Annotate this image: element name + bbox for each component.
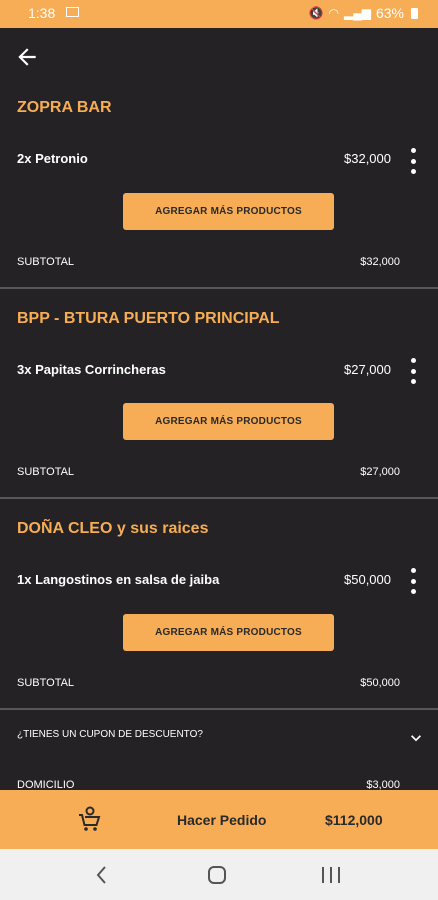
status-time: 1:38 xyxy=(28,5,56,21)
section-divider xyxy=(0,287,438,289)
cart-item-name: 1x Langostinos en salsa de jaiba xyxy=(17,572,220,587)
cart-item-price: $32,000 xyxy=(344,151,391,166)
signal-icon: ▂▄▆ xyxy=(344,6,371,20)
place-order-label: Hacer Pedido xyxy=(177,812,267,828)
battery-icon xyxy=(411,7,418,19)
add-more-products-button[interactable]: AGREGAR MÁS PRODUCTOS xyxy=(123,193,334,230)
coupon-toggle-label[interactable]: ¿TIENES UN CUPON DE DESCUENTO? xyxy=(17,729,203,740)
cart-item-price: $27,000 xyxy=(344,362,391,377)
back-arrow-icon[interactable] xyxy=(14,44,40,70)
place-order-button[interactable]: Hacer Pedido $112,000 xyxy=(0,790,438,849)
more-options-icon[interactable] xyxy=(406,148,420,174)
add-more-products-button[interactable]: AGREGAR MÁS PRODUCTOS xyxy=(123,403,334,440)
subtotal-value: $32,000 xyxy=(360,256,400,268)
status-bar: 1:38 🔇 ◠ ▂▄▆ 63% xyxy=(0,0,438,28)
section-divider xyxy=(0,497,438,499)
subtotal-value: $27,000 xyxy=(360,466,400,478)
message-icon xyxy=(66,7,79,17)
system-nav-bar xyxy=(0,849,438,900)
add-more-products-button[interactable]: AGREGAR MÁS PRODUCTOS xyxy=(123,614,334,651)
cart-icon xyxy=(76,806,102,832)
more-options-icon[interactable] xyxy=(406,568,420,594)
chevron-down-icon[interactable] xyxy=(406,728,426,748)
mute-icon: 🔇 xyxy=(308,6,324,20)
battery-percent: 63% xyxy=(375,5,404,21)
subtotal-label: SUBTOTAL xyxy=(17,256,75,268)
nav-recent-apps-icon[interactable] xyxy=(322,867,340,883)
nav-back-icon[interactable] xyxy=(94,864,110,886)
cart-item-price: $50,000 xyxy=(344,572,391,587)
more-options-icon[interactable] xyxy=(406,358,420,384)
order-total: $112,000 xyxy=(325,812,383,828)
store-name: BPP - BTURA PUERTO PRINCIPAL xyxy=(17,310,280,327)
status-icons: 🔇 ◠ ▂▄▆ 63% xyxy=(309,5,418,21)
nav-home-icon[interactable] xyxy=(208,866,226,884)
cart-item-name: 3x Papitas Corrincheras xyxy=(17,362,166,377)
cart-item-name: 2x Petronio xyxy=(17,151,88,166)
wifi-icon: ◠ xyxy=(328,6,339,20)
subtotal-value: $50,000 xyxy=(360,677,400,689)
subtotal-label: SUBTOTAL xyxy=(17,677,75,689)
store-name: DOÑA CLEO y sus raices xyxy=(17,520,209,537)
section-divider xyxy=(0,708,438,710)
subtotal-label: SUBTOTAL xyxy=(17,466,75,478)
store-name: ZOPRA BAR xyxy=(17,99,112,116)
